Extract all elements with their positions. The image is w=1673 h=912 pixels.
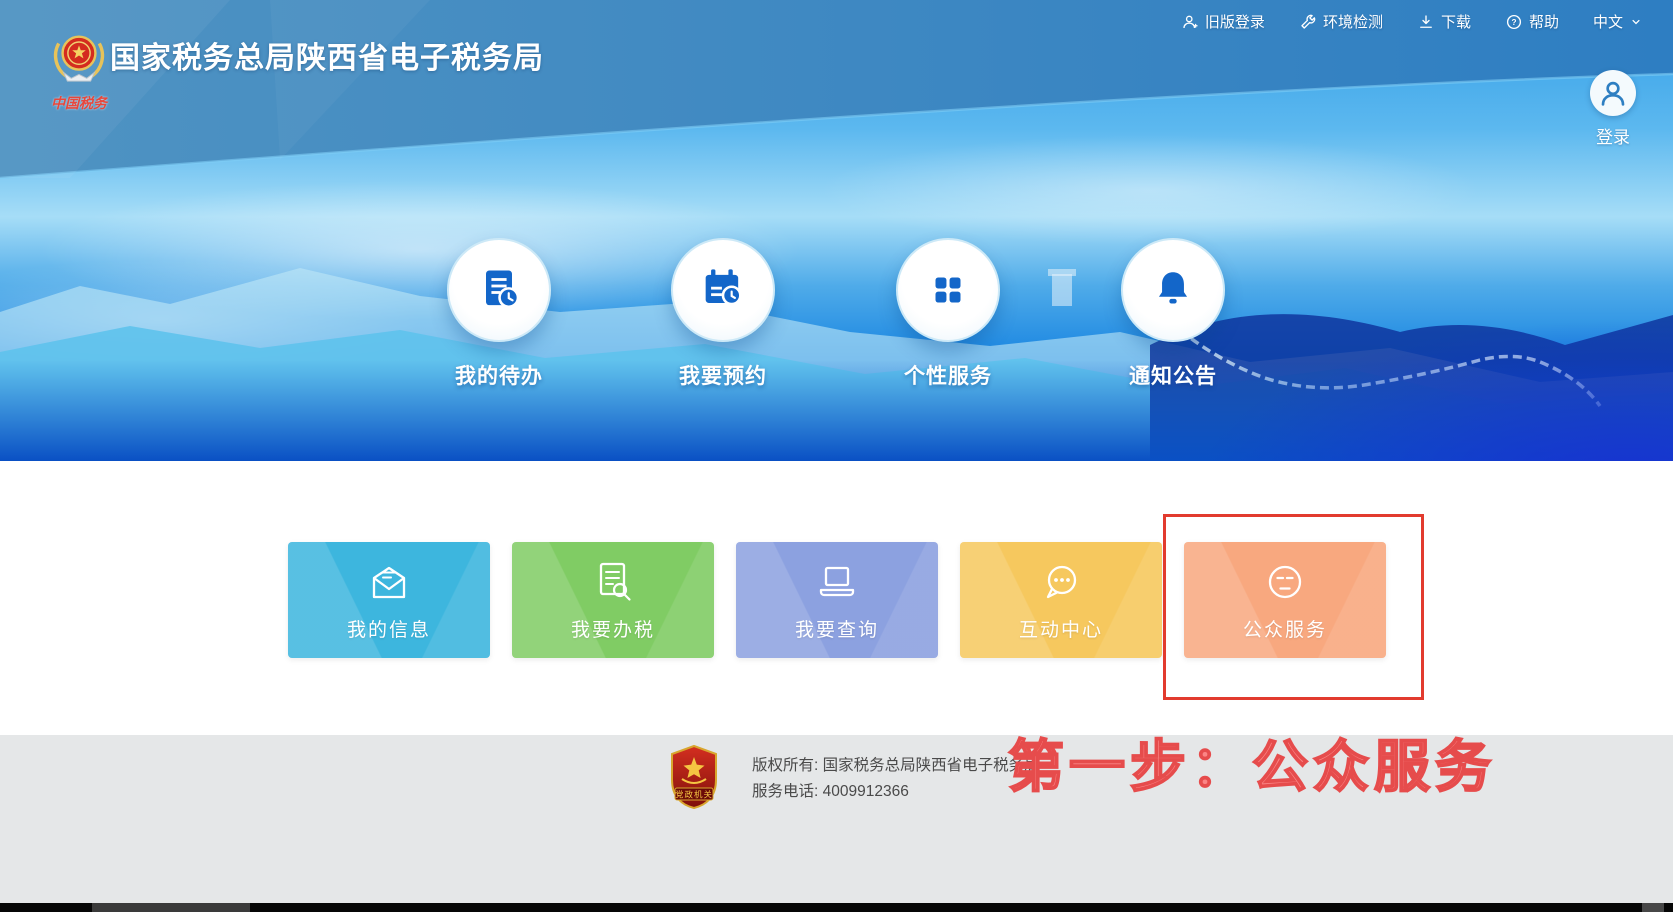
hero-banner: 中国税务 国家税务总局陕西省电子税务局 旧版登录 环境检测 [0,0,1673,461]
shortcut-circle [447,238,551,342]
shortcut-my-todo[interactable]: 我的待办 [424,238,574,390]
logo-caption: 中国税务 [44,93,114,113]
card-label: 互动中心 [1019,615,1103,642]
shortcut-label: 个性服务 [873,360,1023,390]
shortcut-notices[interactable]: 通知公告 [1098,238,1248,390]
site-logo[interactable]: 中国税务 [44,28,114,113]
hotline-text: 服务电话: 4009912366 [752,779,1040,805]
nav-item-label: 下载 [1441,11,1471,32]
shortcut-circle [671,238,775,342]
card-interaction-center[interactable]: 互动中心 [960,542,1162,658]
shortcut-circle [896,238,1000,342]
chat-bubble-icon [1036,559,1086,605]
card-tax-handling[interactable]: 我要办税 [512,542,714,658]
svg-text:?: ? [1511,18,1516,27]
nav-item-env-check[interactable]: 环境检测 [1299,11,1383,32]
avatar-circle [1590,70,1636,116]
nav-item-label: 中文 [1593,11,1623,32]
grid-icon [923,265,973,315]
smiley-icon [1261,559,1309,605]
card-label: 我要查询 [795,615,879,642]
shortcut-circle [1121,238,1225,342]
document-clock-icon [473,264,525,316]
bottom-bar-segment [92,903,250,912]
page: 中国税务 国家税务总局陕西省电子税务局 旧版登录 环境检测 [0,0,1673,912]
nav-item-label: 帮助 [1529,11,1559,32]
card-label: 我的信息 [347,615,431,642]
card-label: 公众服务 [1243,615,1327,642]
card-public-services[interactable]: 公众服务 [1184,542,1386,658]
shortcut-label: 我的待办 [424,360,574,390]
shortcut-personal-services[interactable]: 个性服务 [873,238,1023,390]
download-icon [1417,13,1435,31]
gov-badge-icon[interactable]: 党政机关 [668,744,720,815]
bottom-bar [0,903,1673,912]
nav-item-help[interactable]: ? 帮助 [1505,11,1559,32]
card-query[interactable]: 我要查询 [736,542,938,658]
nav-item-label: 环境检测 [1323,11,1383,32]
wrench-icon [1299,13,1317,31]
shortcut-label: 通知公告 [1098,360,1248,390]
person-icon [1597,77,1629,109]
login-button[interactable]: 登录 [1582,70,1644,148]
calendar-clock-icon [697,264,749,316]
envelope-icon [363,559,415,605]
card-my-info[interactable]: 我的信息 [288,542,490,658]
bell-icon [1148,265,1198,315]
nav-item-old-version-login[interactable]: 旧版登录 [1181,11,1265,32]
annotation-step-text: 第一步：公众服务 [1008,722,1496,803]
footer-text: 版权所有: 国家税务总局陕西省电子税务局 服务电话: 4009912366 [752,753,1040,805]
svg-text:党政机关: 党政机关 [675,790,713,800]
card-label: 我要办税 [571,615,655,642]
person-plus-icon [1181,13,1199,31]
chevron-down-icon [1629,15,1643,29]
top-nav: 旧版登录 环境检测 下载 ? 帮助 [1181,11,1643,32]
copyright-text: 版权所有: 国家税务总局陕西省电子税务局 [752,753,1040,779]
nav-item-download[interactable]: 下载 [1417,11,1471,32]
document-search-icon [589,559,637,605]
laptop-icon [811,559,863,605]
nav-item-language[interactable]: 中文 [1593,11,1643,32]
shortcut-appointment[interactable]: 我要预约 [648,238,798,390]
help-icon: ? [1505,13,1523,31]
shortcut-label: 我要预约 [648,360,798,390]
tax-emblem-icon [50,28,108,86]
nav-item-label: 旧版登录 [1205,11,1265,32]
page-title: 国家税务总局陕西省电子税务局 [110,33,544,77]
bottom-bar-notch [1642,903,1664,912]
login-label: 登录 [1582,123,1644,148]
